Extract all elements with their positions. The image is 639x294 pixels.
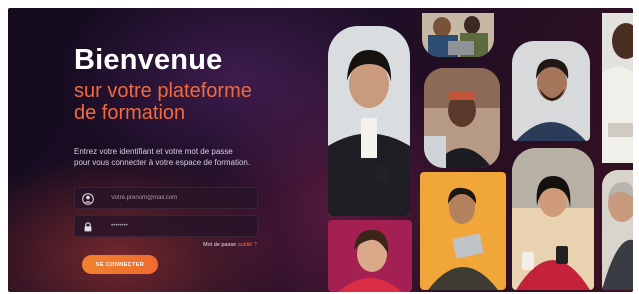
user-icon (82, 192, 94, 205)
welcome-title: Bienvenue (74, 44, 223, 76)
password-field[interactable] (74, 215, 258, 237)
forgot-password-link[interactable]: oublié ? (238, 242, 257, 248)
password-input[interactable] (111, 219, 251, 232)
forgot-password: Mot de passe oublié ? (203, 242, 257, 248)
photo-woman-glasses (328, 26, 410, 216)
subtitle-line-2: de formation (74, 102, 186, 124)
welcome-subtitle: sur votre plateforme de formation (74, 80, 304, 124)
forgot-password-label: Mot de passe (203, 242, 237, 248)
photo-bearded-man (512, 41, 590, 141)
photo-older-man (602, 170, 633, 290)
lock-icon (82, 220, 94, 232)
identifier-field[interactable] (74, 187, 258, 209)
login-button[interactable]: SE CONNECTER (82, 255, 158, 274)
photo-man-right-edge (602, 13, 633, 163)
intro-text: Entrez votre identifiant et votre mot de… (74, 146, 304, 168)
photo-woman-phone (512, 148, 594, 290)
subtitle-line-1: sur votre plateforme (74, 80, 252, 102)
photo-man-headphones (424, 68, 500, 168)
identifier-input[interactable] (111, 191, 251, 204)
photo-woman-earbuds (328, 220, 412, 292)
intro-line-2: pour vous connecter à votre espace de fo… (74, 158, 251, 167)
login-page: Bienvenue sur votre plateforme de format… (8, 8, 633, 292)
photo-man-tablet (420, 172, 506, 290)
photo-people-laptop (422, 13, 494, 57)
intro-line-1: Entrez votre identifiant et votre mot de… (74, 147, 233, 156)
